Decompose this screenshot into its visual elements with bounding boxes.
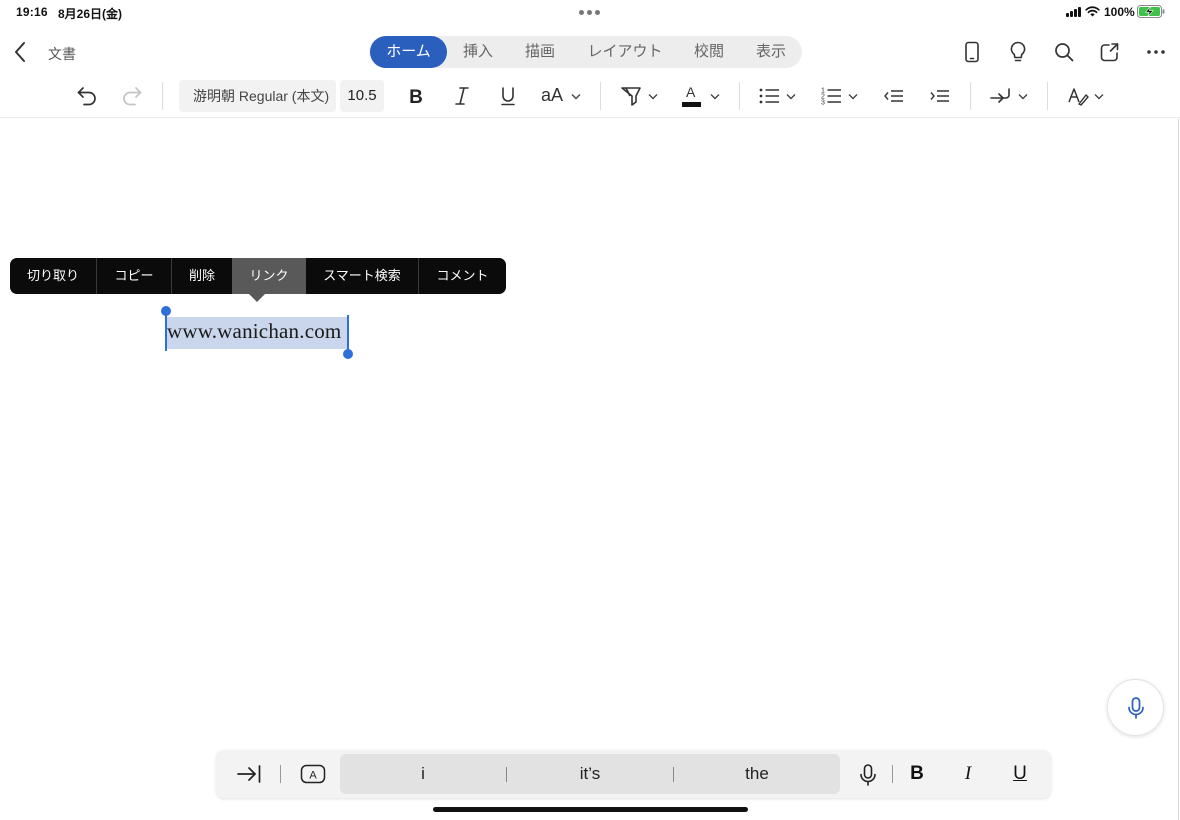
font-name-selector[interactable]: 游明朝 Regular (本文) [179,80,336,112]
svg-text:A: A [309,770,317,782]
chevron-down-icon [648,94,658,100]
increase-indent-icon[interactable] [928,84,952,108]
numbering-icon: 1 2 3 [821,88,841,107]
menu-item-copy[interactable]: コピー [97,258,171,294]
selection-start-handle[interactable] [161,306,171,316]
paragraph-mark-button[interactable] [988,84,1030,108]
svg-text:3: 3 [821,100,825,107]
font-color-button[interactable]: A [682,84,722,108]
page-edge [1178,119,1179,820]
document-canvas[interactable] [0,119,1180,820]
tab-key-icon[interactable] [236,763,262,785]
search-icon[interactable] [1052,40,1076,64]
text-format-icon[interactable]: A [300,764,326,784]
svg-text:B: B [409,87,423,108]
ribbon-divider [1047,82,1048,110]
tab-view[interactable]: 表示 [743,36,799,68]
chevron-down-icon [848,94,858,100]
menu-item-link[interactable]: リンク [232,258,306,294]
selected-url-text[interactable]: www.wanichan.com [167,319,341,344]
text-size-label: aA [541,85,564,105]
context-menu-pointer [249,294,265,302]
bullets-button[interactable] [758,84,798,108]
font-color-letter: A [686,84,696,100]
share-icon[interactable] [1098,40,1122,64]
underline-icon[interactable] [496,84,520,108]
highlighter-icon [621,87,641,106]
wifi-icon [1085,6,1100,17]
styles-icon [1068,88,1089,106]
shortcut-divider [892,765,893,783]
edit-context-menu: 切り取り コピー 削除 リンク スマート検索 コメント [10,258,506,294]
multitasking-dots-icon[interactable] [579,10,601,15]
battery-charging-icon [1137,5,1165,18]
microphone-icon [1128,697,1144,719]
home-indicator[interactable] [433,807,748,812]
ribbon-toolbar: 游明朝 Regular (本文) 10.5 B aA A 1 2 3 [0,74,1180,118]
text-size-icon[interactable]: aA [541,85,587,109]
paragraph-mark-icon [990,88,1010,103]
menu-item-cut[interactable]: 切り取り [10,258,96,294]
back-chevron-icon[interactable] [12,40,30,64]
status-bar: 19:16 8月26日(金) 100% [0,0,1180,24]
ribbon-divider [739,82,740,110]
keyboard-shortcut-bar: A i it’s the B I U [216,750,1051,798]
chevron-down-icon [571,94,581,100]
underline-shortcut-button[interactable]: U [1008,761,1032,787]
cellular-signal-icon [1066,7,1082,17]
status-time: 19:16 [16,5,48,19]
prediction-1[interactable]: i [340,754,506,794]
selection-end-caret [347,315,349,353]
ribbon-tab-bar: ホーム 挿入 描画 レイアウト 校閲 表示 [369,36,802,68]
chevron-down-icon [1094,94,1104,100]
battery-percentage: 100% [1104,5,1135,19]
more-options-icon[interactable] [1144,40,1168,64]
ribbon-divider [600,82,601,110]
tab-review[interactable]: 校閲 [681,36,737,68]
tab-draw[interactable]: 描画 [511,36,569,68]
ribbon-divider [162,82,163,110]
redo-icon[interactable] [120,84,144,108]
menu-item-comment[interactable]: コメント [419,258,506,294]
italic-icon[interactable] [450,84,474,108]
decrease-indent-icon[interactable] [882,84,906,108]
undo-icon[interactable] [75,84,99,108]
italic-shortcut-button[interactable]: I [956,761,980,787]
tab-insert[interactable]: 挿入 [451,36,505,68]
tab-home[interactable]: ホーム [370,36,447,68]
ribbon-divider [970,82,971,110]
tab-layout[interactable]: レイアウト [577,36,673,68]
menu-item-delete[interactable]: 削除 [172,258,232,294]
bold-icon[interactable]: B [404,84,428,108]
prediction-3[interactable]: the [674,754,840,794]
font-color-swatch [682,102,701,107]
menu-item-smart-lookup[interactable]: スマート検索 [306,258,418,294]
font-size-selector[interactable]: 10.5 [340,80,384,112]
predictive-text-bar: i it’s the [340,754,840,794]
shortcut-divider [280,765,281,783]
highlighter-button[interactable] [620,84,660,108]
styles-button[interactable] [1066,84,1106,108]
chevron-down-icon [710,94,720,100]
bullets-icon [759,88,779,104]
chevron-down-icon [1018,94,1028,100]
prediction-2[interactable]: it’s [507,754,673,794]
keyboard-dictation-icon[interactable] [858,763,878,787]
dictate-button[interactable] [1107,679,1164,736]
phone-view-icon[interactable] [960,40,984,64]
status-date: 8月26日(金) [58,7,123,21]
numbering-button[interactable]: 1 2 3 [820,84,860,108]
document-title[interactable]: 文書 [48,44,76,64]
selection-end-handle[interactable] [343,349,353,359]
selection-start-caret [165,313,167,351]
chevron-down-icon [786,94,796,100]
lightbulb-icon[interactable] [1006,40,1030,64]
bold-shortcut-button[interactable]: B [905,761,929,787]
